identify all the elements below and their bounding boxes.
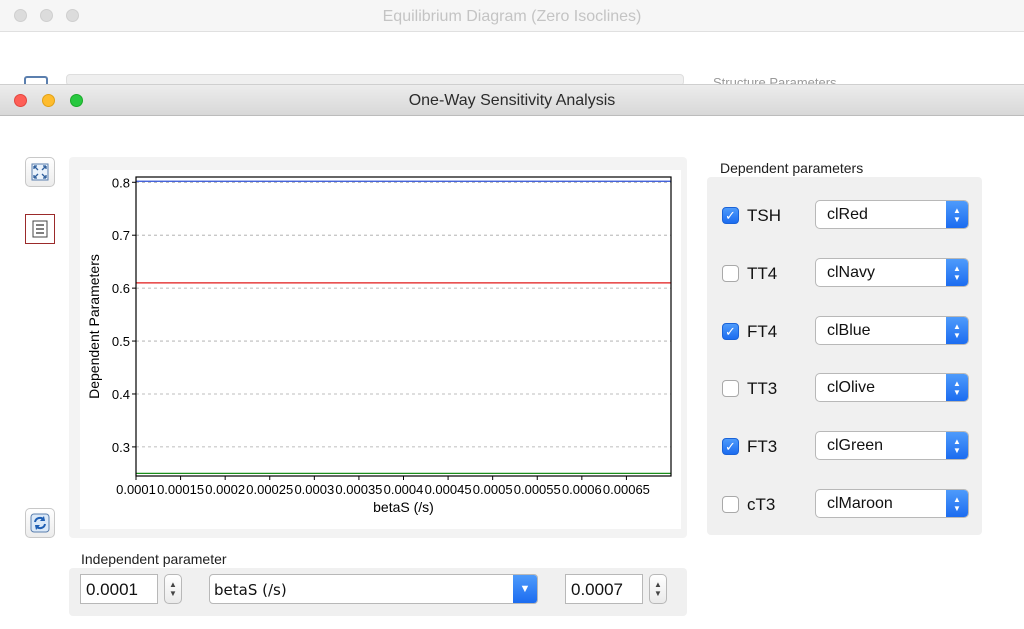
chevron-updown-icon[interactable]: ▲ ▼ <box>946 259 968 286</box>
color-select-value: clNavy <box>827 264 876 281</box>
background-window-titlebar: Equilibrium Diagram (Zero Isoclines) <box>0 0 1024 32</box>
x-tick-label: 0.00065 <box>603 482 650 497</box>
x-tick-label: 0.0006 <box>562 482 602 497</box>
y-tick-label: 0.6 <box>112 281 130 296</box>
checkbox-tt4[interactable] <box>722 265 739 282</box>
zoom-fullscreen-icon <box>31 163 49 181</box>
chevron-updown-icon[interactable]: ▲ ▼ <box>946 432 968 459</box>
min-value-field[interactable]: 0.0001 <box>80 574 158 604</box>
stepper-down-icon[interactable]: ▼ <box>654 589 662 598</box>
min-value-stepper[interactable]: ▲ ▼ <box>164 574 182 604</box>
background-window-title: Equilibrium Diagram (Zero Isoclines) <box>382 8 642 25</box>
max-value-stepper[interactable]: ▲ ▼ <box>649 574 667 604</box>
color-select-tt3[interactable]: clOlive ▲ ▼ <box>815 373 969 402</box>
checkbox-tsh[interactable]: ✓ <box>722 207 739 224</box>
x-tick-label: 0.0001 <box>116 482 156 497</box>
independent-parameter-value: betaS (/s) <box>214 581 287 599</box>
fullscreen-button[interactable] <box>25 157 55 187</box>
window-titlebar[interactable]: One-Way Sensitivity Analysis <box>0 84 1024 116</box>
x-tick-label: 0.0003 <box>294 482 334 497</box>
x-tick-label: 0.00045 <box>425 482 472 497</box>
x-tick-label: 0.0004 <box>384 482 424 497</box>
x-tick-label: 0.0002 <box>205 482 245 497</box>
dependent-parameters-label: Dependent parameters <box>720 160 864 176</box>
y-tick-label: 0.8 <box>112 175 130 190</box>
legend-button[interactable] <box>25 214 55 244</box>
y-tick-label: 0.5 <box>112 334 130 349</box>
color-select-value: clBlue <box>827 322 871 339</box>
stepper-up-icon[interactable]: ▲ <box>169 580 177 589</box>
color-select-value: clRed <box>827 206 868 223</box>
x-tick-label: 0.0005 <box>473 482 513 497</box>
color-select-value: clGreen <box>827 437 884 454</box>
y-tick-label: 0.7 <box>112 228 130 243</box>
checkbox-label: TT4 <box>747 264 778 283</box>
color-select-ct3[interactable]: clMaroon ▲ ▼ <box>815 489 969 518</box>
y-tick-label: 0.4 <box>112 387 130 402</box>
stepper-up-icon[interactable]: ▲ <box>654 580 662 589</box>
x-axis-label: betaS (/s) <box>373 499 434 515</box>
window-title: One-Way Sensitivity Analysis <box>408 92 616 109</box>
color-select-ft3[interactable]: clGreen ▲ ▼ <box>815 431 969 460</box>
x-tick-label: 0.00055 <box>514 482 561 497</box>
checkbox-label: FT3 <box>747 437 778 456</box>
y-axis-label: Dependent Parameters <box>86 254 102 399</box>
dependent-parameters-panel <box>707 177 982 535</box>
color-select-tsh[interactable]: clRed ▲ ▼ <box>815 200 969 229</box>
checkbox-label: TSH <box>747 206 781 225</box>
chevron-updown-icon[interactable]: ▲ ▼ <box>946 317 968 344</box>
chevron-updown-icon[interactable]: ▲ ▼ <box>946 374 968 401</box>
independent-parameter-label: Independent parameter <box>81 551 227 567</box>
checkbox-label: TT3 <box>747 379 778 398</box>
sensitivity-chart[interactable]: 0.30.40.50.60.70.80.0001 0.00015 0.0002 0.0… <box>80 170 681 529</box>
plot-frame <box>135 176 672 477</box>
checkbox-ft4[interactable]: ✓ <box>722 323 739 340</box>
checkbox-label: FT4 <box>747 322 778 341</box>
max-value-field[interactable]: 0.0007 <box>565 574 643 604</box>
chevron-updown-icon[interactable]: ▲ ▼ <box>946 201 968 228</box>
checkbox-tt3[interactable] <box>722 380 739 397</box>
x-tick-label: 0.00015 <box>157 482 204 497</box>
chevron-down-icon[interactable]: ▼ <box>513 575 537 603</box>
chevron-updown-icon[interactable]: ▲ ▼ <box>946 490 968 517</box>
sensitivity-window: One-Way Sensitivity Analysis 0.3 0.4 0.5 0.… <box>0 84 1024 629</box>
checkbox-ct3[interactable] <box>722 496 739 513</box>
color-select-tt4[interactable]: clNavy ▲ ▼ <box>815 258 969 287</box>
checkbox-label: cT3 <box>747 495 776 514</box>
color-select-ft4[interactable]: clBlue ▲ ▼ <box>815 316 969 345</box>
stepper-down-icon[interactable]: ▼ <box>169 589 177 598</box>
color-select-value: clOlive <box>827 379 876 396</box>
chart-area: 0.3 0.4 0.5 0.6 0.7 0.8 0.0001 0.00015 0.0002 0.0… <box>80 170 681 529</box>
independent-parameter-select[interactable]: betaS (/s) ▼ <box>209 574 538 604</box>
color-select-value: clMaroon <box>827 495 893 512</box>
checkbox-ft3[interactable]: ✓ <box>722 438 739 455</box>
refresh-button[interactable] <box>25 508 55 538</box>
legend-icon <box>32 220 48 238</box>
refresh-icon <box>30 513 50 533</box>
y-tick-label: 0.3 <box>112 440 130 455</box>
x-tick-label: 0.00025 <box>246 482 293 497</box>
x-tick-label: 0.00035 <box>335 482 382 497</box>
